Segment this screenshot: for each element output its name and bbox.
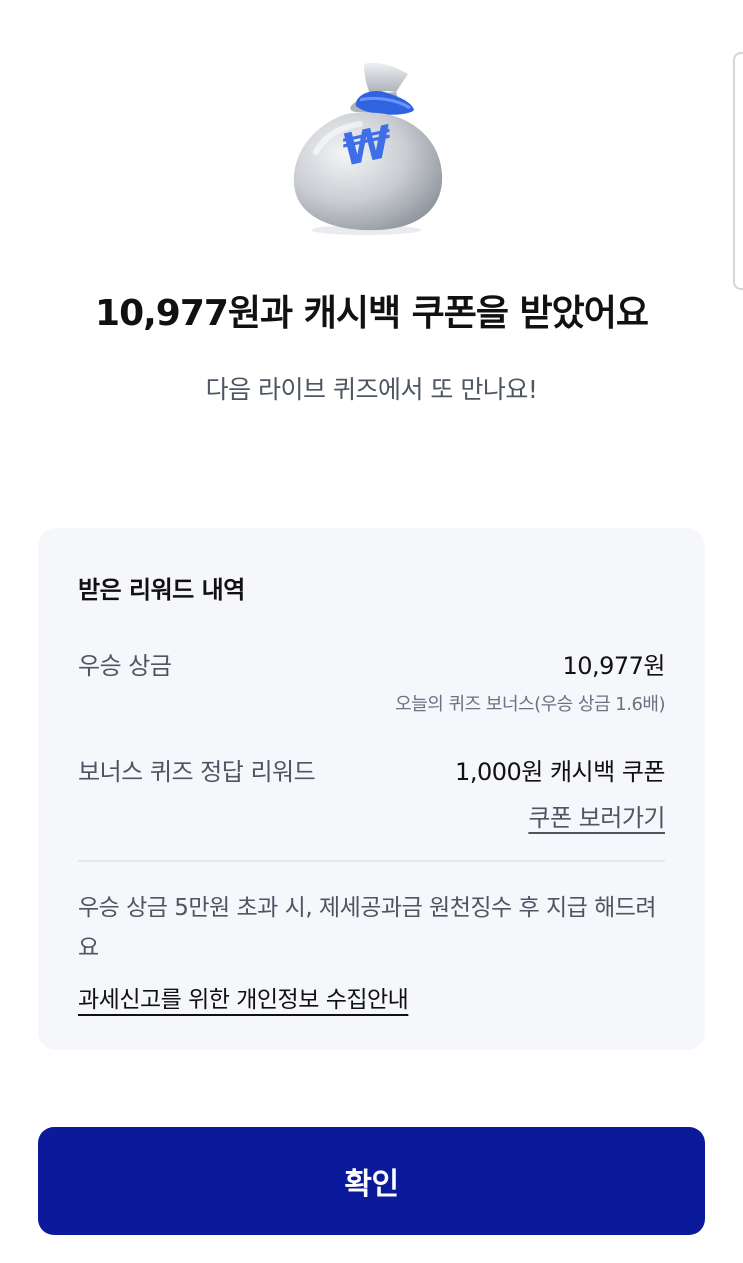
reward-history-card: 받은 리워드 내역 우승 상금 10,977원 오늘의 퀴즈 보너스(우승 상금…	[38, 528, 705, 1050]
money-bag-icon: ₩	[286, 56, 446, 236]
prize-label: 우승 상금	[78, 652, 172, 680]
view-coupon-link[interactable]: 쿠폰 보러가기	[528, 798, 665, 833]
divider	[78, 860, 665, 862]
confirm-button[interactable]: 확인	[38, 1127, 705, 1235]
privacy-info-link[interactable]: 과세신고를 위한 개인정보 수집안내	[78, 980, 409, 1014]
tax-notice: 우승 상금 5만원 초과 시, 제세공과금 원천징수 후 지급 해드려요	[78, 895, 657, 961]
reward-history-title: 받은 리워드 내역	[78, 576, 245, 604]
prize-bonus-note: 오늘의 퀴즈 보너스(우승 상금 1.6배)	[395, 694, 665, 715]
page-title: 10,977원과 캐시백 쿠폰을 받았어요	[95, 293, 649, 334]
prize-value: 10,977원	[562, 652, 665, 680]
quiz-reward-screen: ₩ 10,977원과 캐시백 쿠폰을 받았어요 다음 라이브 퀴즈에서 또 만나…	[0, 0, 743, 1263]
side-scroll-handle[interactable]	[733, 52, 743, 290]
bonus-label: 보너스 퀴즈 정답 리워드	[78, 758, 316, 786]
bonus-value: 1,000원 캐시백 쿠폰	[455, 758, 665, 786]
page-subtitle: 다음 라이브 퀴즈에서 또 만나요!	[205, 375, 538, 404]
